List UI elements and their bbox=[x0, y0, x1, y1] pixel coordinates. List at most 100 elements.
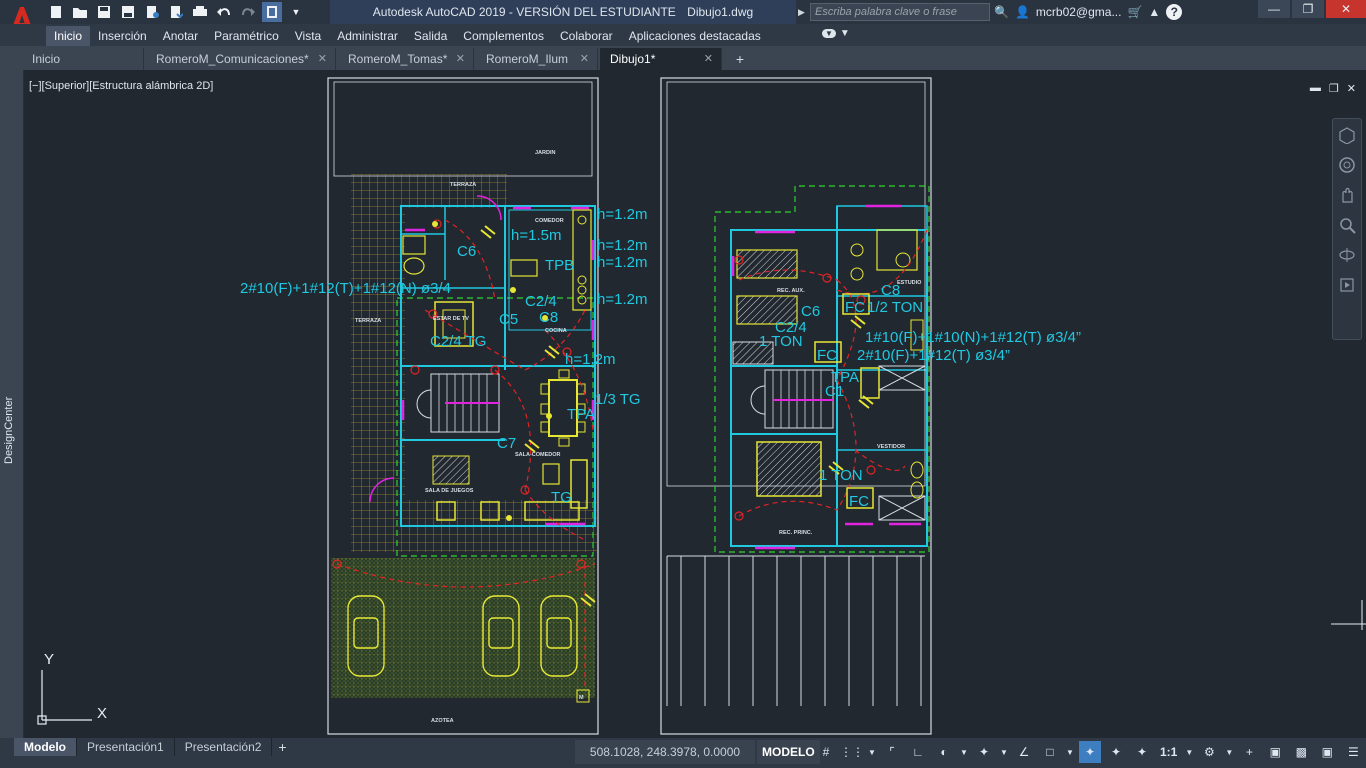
tab-complementos[interactable]: Complementos bbox=[455, 26, 552, 46]
customize-qat-icon[interactable]: ▼ bbox=[286, 2, 306, 22]
infer-constraints-icon[interactable]: ⌜ bbox=[881, 741, 903, 763]
ucs-y-label: Y bbox=[44, 651, 54, 668]
tab-presentacion2[interactable]: Presentación2 bbox=[175, 738, 273, 756]
tab-modelo[interactable]: Modelo bbox=[14, 738, 77, 756]
annotation-scale-icon[interactable]: ✦ bbox=[1131, 741, 1153, 763]
user-name[interactable]: mcrb02@gma... bbox=[1036, 5, 1122, 19]
file-tab-inicio[interactable]: Inicio bbox=[22, 48, 144, 70]
auto-scale-icon[interactable]: ✦ bbox=[1105, 741, 1127, 763]
open-file-icon[interactable] bbox=[70, 2, 90, 22]
polar-dropdown-icon[interactable]: ▼ bbox=[959, 741, 969, 763]
undo-icon[interactable] bbox=[214, 2, 234, 22]
annotation: C6 bbox=[457, 243, 476, 260]
zoom-extents-icon[interactable] bbox=[1337, 215, 1357, 235]
workspace-dropdown-icon[interactable]: ▼ bbox=[1224, 741, 1234, 763]
viewport-restore-icon[interactable]: ❐ bbox=[1329, 82, 1339, 95]
object-snap-dropdown-icon[interactable]: ▼ bbox=[1065, 741, 1075, 763]
binoculars-icon[interactable]: 🔍 bbox=[994, 5, 1009, 19]
open-web-icon[interactable] bbox=[142, 2, 162, 22]
pan-hand-icon[interactable] bbox=[1337, 185, 1357, 205]
close-tab-icon[interactable]: ✕ bbox=[318, 48, 327, 70]
room-label: SALA-COMEDOR bbox=[515, 452, 561, 458]
file-name: Dibujo1.dwg bbox=[687, 5, 754, 19]
plot-icon[interactable] bbox=[190, 2, 210, 22]
user-icon[interactable]: 👤 bbox=[1015, 5, 1030, 19]
steering-wheel-icon[interactable] bbox=[1337, 155, 1357, 175]
grid-icon[interactable]: # bbox=[815, 741, 837, 763]
room-label: REC. PRINC. bbox=[779, 530, 813, 536]
ortho-mode-icon[interactable]: ∟ bbox=[907, 741, 929, 763]
close-tab-icon[interactable]: ✕ bbox=[580, 48, 589, 70]
isolate-objects-icon[interactable]: ▣ bbox=[1264, 741, 1286, 763]
annotation: TPB bbox=[545, 257, 574, 274]
close-tab-icon[interactable]: ✕ bbox=[704, 48, 713, 70]
isodraft-dropdown-icon[interactable]: ▼ bbox=[999, 741, 1009, 763]
file-tab-comunicaciones[interactable]: RomeroM_Comunicaciones* ✕ bbox=[146, 48, 336, 70]
workspace-switching-icon[interactable]: ⚙ bbox=[1198, 741, 1220, 763]
save-web-icon[interactable] bbox=[166, 2, 186, 22]
room-label: SALA DE JUEGOS bbox=[425, 488, 474, 494]
redo-icon[interactable] bbox=[238, 2, 258, 22]
designcenter-palette[interactable]: DesignCenter bbox=[0, 70, 24, 738]
room-label: ESTAR DE TV bbox=[433, 316, 469, 322]
tab-inicio[interactable]: Inicio bbox=[46, 26, 91, 46]
tab-salida[interactable]: Salida bbox=[406, 26, 455, 46]
viewport-controls-label[interactable]: [−][Superior][Estructura alámbrica 2D] bbox=[29, 80, 213, 92]
viewport-minimize-icon[interactable]: ▬ bbox=[1310, 82, 1321, 95]
exchange-icon[interactable]: ▲ bbox=[1148, 5, 1160, 19]
clean-screen-icon[interactable]: ▣ bbox=[1316, 741, 1338, 763]
search-expand-icon[interactable]: ▶ bbox=[798, 4, 808, 20]
new-tab-button[interactable]: + bbox=[730, 50, 750, 68]
object-snap-tracking-icon[interactable]: ∠ bbox=[1013, 741, 1035, 763]
annotation-visibility-icon[interactable]: ✦ bbox=[1079, 741, 1101, 763]
tab-presentacion1[interactable]: Presentación1 bbox=[77, 738, 175, 756]
restore-icon[interactable]: ❐ bbox=[1292, 0, 1324, 18]
file-tab-dibujo1[interactable]: Dibujo1* ✕ bbox=[600, 48, 722, 70]
model-space-button[interactable]: MODELO bbox=[757, 740, 820, 764]
scale-dropdown-icon[interactable]: ▼ bbox=[1184, 741, 1194, 763]
add-layout-button[interactable]: + bbox=[272, 738, 292, 756]
workspace-icon[interactable] bbox=[262, 2, 282, 22]
drawing-viewport[interactable]: JARDIN TERRAZA COMEDOR TERRAZA ESTAR DE … bbox=[25, 70, 1366, 738]
ribbon-minimize-button[interactable]: ▼ ▼ bbox=[822, 28, 850, 39]
annotation: 2#10(F)+1#12(T)+1#12(N) ø3/4 bbox=[240, 280, 451, 297]
annotation: FC bbox=[817, 347, 837, 364]
ribbon-toggle-icon[interactable]: ▼ bbox=[822, 29, 836, 38]
help-icon[interactable]: ? bbox=[1166, 4, 1183, 20]
tab-administrar[interactable]: Administrar bbox=[329, 26, 406, 46]
snap-dropdown-icon[interactable]: ▼ bbox=[867, 741, 877, 763]
tab-insercion[interactable]: Inserción bbox=[90, 26, 155, 46]
viewcube-icon[interactable] bbox=[1337, 125, 1357, 145]
tab-vista[interactable]: Vista bbox=[287, 26, 329, 46]
file-tab-ilum[interactable]: RomeroM_Ilum ✕ bbox=[476, 48, 598, 70]
orbit-icon[interactable] bbox=[1337, 245, 1357, 265]
close-icon[interactable]: ✕ bbox=[1326, 0, 1366, 18]
viewport-close-icon[interactable]: ✕ bbox=[1347, 82, 1356, 95]
new-file-icon[interactable] bbox=[46, 2, 66, 22]
showmotion-icon[interactable] bbox=[1337, 275, 1357, 295]
save-icon[interactable] bbox=[94, 2, 114, 22]
ribbon-options-icon[interactable]: ▼ bbox=[840, 28, 850, 39]
floor-plan-drawing[interactable]: JARDIN TERRAZA COMEDOR TERRAZA ESTAR DE … bbox=[25, 70, 1366, 738]
file-tab-tomas[interactable]: RomeroM_Tomas* ✕ bbox=[338, 48, 474, 70]
tab-colaborar[interactable]: Colaborar bbox=[552, 26, 621, 46]
object-snap-icon[interactable]: □ bbox=[1039, 741, 1061, 763]
navigation-bar bbox=[1332, 118, 1362, 340]
annotation: h=1.2m bbox=[597, 237, 647, 254]
save-as-icon[interactable] bbox=[118, 2, 138, 22]
annotation-monitor-icon[interactable]: + bbox=[1238, 741, 1260, 763]
search-input[interactable]: Escriba palabra clave o frase bbox=[810, 3, 990, 21]
close-tab-icon[interactable]: ✕ bbox=[456, 48, 465, 70]
hardware-acceleration-icon[interactable]: ▩ bbox=[1290, 741, 1312, 763]
tab-anotar[interactable]: Anotar bbox=[155, 26, 206, 46]
snap-mode-icon[interactable]: ⋮⋮ bbox=[840, 741, 864, 763]
coordinate-readout[interactable]: 508.1028, 248.3978, 0.0000 bbox=[575, 740, 755, 764]
tab-parametrico[interactable]: Paramétrico bbox=[206, 26, 287, 46]
cart-icon[interactable]: 🛒 bbox=[1127, 5, 1142, 19]
customization-icon[interactable]: ☰ bbox=[1342, 741, 1364, 763]
annotation-scale[interactable]: 1:1 bbox=[1157, 745, 1180, 759]
minimize-icon[interactable]: — bbox=[1258, 0, 1290, 18]
polar-tracking-icon[interactable]: ◐ bbox=[933, 741, 955, 763]
isodraft-icon[interactable]: ✦ bbox=[973, 741, 995, 763]
tab-aplicaciones-destacadas[interactable]: Aplicaciones destacadas bbox=[621, 26, 769, 46]
